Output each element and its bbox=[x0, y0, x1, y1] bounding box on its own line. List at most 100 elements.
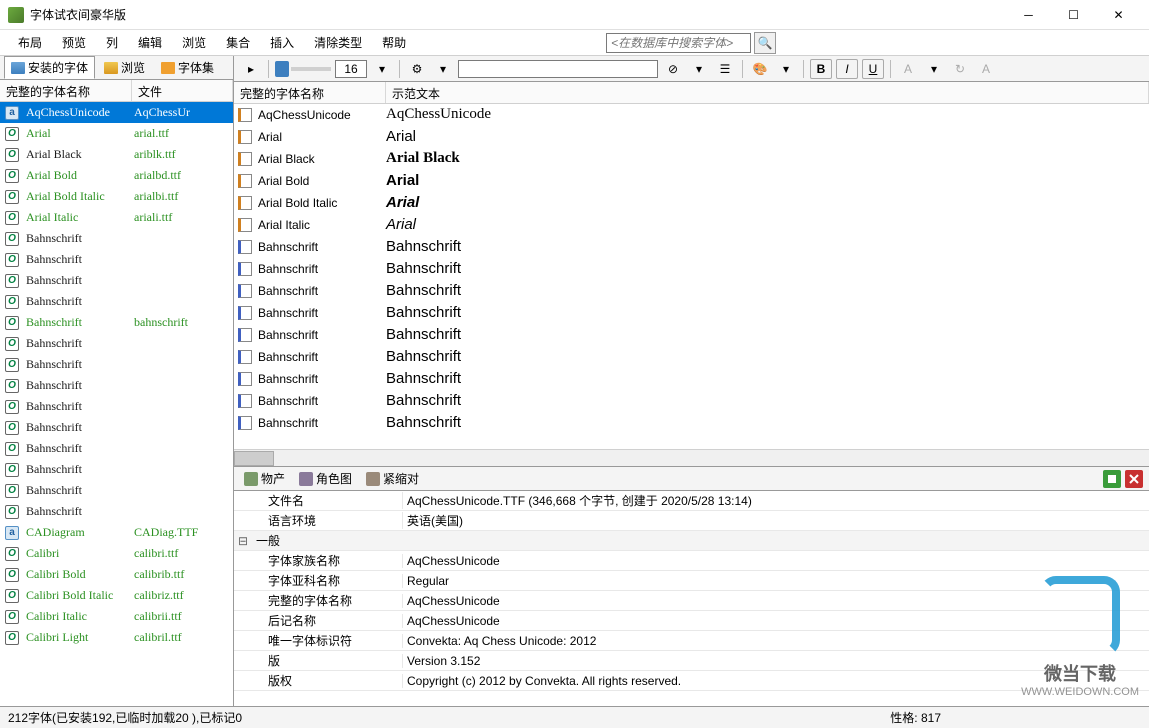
property-row[interactable]: 后记名称AqChessUnicode bbox=[234, 611, 1149, 631]
tab-installed[interactable]: 安装的字体 bbox=[4, 56, 95, 79]
export-button[interactable] bbox=[1103, 470, 1121, 488]
color-button[interactable]: A bbox=[897, 59, 919, 79]
checkbox[interactable] bbox=[238, 350, 252, 364]
size-dropdown[interactable]: ▾ bbox=[371, 59, 393, 79]
list-item[interactable]: OArial Boldarialbd.ttf bbox=[0, 165, 233, 186]
menu-columns[interactable]: 列 bbox=[96, 31, 128, 54]
property-row[interactable]: 文件名AqChessUnicode.TTF (346,668 个字节, 创建于 … bbox=[234, 491, 1149, 511]
checkbox[interactable] bbox=[238, 196, 252, 210]
checkbox[interactable] bbox=[238, 262, 252, 276]
checkbox[interactable] bbox=[238, 372, 252, 386]
menu-insert[interactable]: 插入 bbox=[260, 31, 304, 54]
preview-row[interactable]: AqChessUnicodeAqChessUnicode bbox=[234, 104, 1149, 126]
col-file[interactable]: 文件 bbox=[132, 80, 233, 101]
properties-grid[interactable]: 文件名AqChessUnicode.TTF (346,668 个字节, 创建于 … bbox=[234, 491, 1149, 706]
preview-row[interactable]: BahnschriftBahnschrift bbox=[234, 324, 1149, 346]
font-icon[interactable]: A bbox=[975, 59, 997, 79]
checkbox[interactable] bbox=[238, 218, 252, 232]
list-item[interactable]: OBahnschrift bbox=[0, 438, 233, 459]
horizontal-scrollbar[interactable] bbox=[234, 449, 1149, 466]
menu-layout[interactable]: 布局 bbox=[8, 31, 52, 54]
close-panel-button[interactable] bbox=[1125, 470, 1143, 488]
dropdown2[interactable]: ▾ bbox=[688, 59, 710, 79]
property-row[interactable]: 版权Copyright (c) 2012 by Convekta. All ri… bbox=[234, 671, 1149, 691]
checkbox[interactable] bbox=[238, 174, 252, 188]
list-item[interactable]: OBahnschrift bbox=[0, 291, 233, 312]
sample-text-input[interactable] bbox=[458, 60, 658, 78]
list-item[interactable]: OCalibricalibri.ttf bbox=[0, 543, 233, 564]
list-item[interactable]: aAqChessUnicodeAqChessUr bbox=[0, 102, 233, 123]
list-item[interactable]: aCADiagramCADiag.TTF bbox=[0, 522, 233, 543]
list-item[interactable]: OArial Bold Italicarialbi.ttf bbox=[0, 186, 233, 207]
col-preview-name[interactable]: 完整的字体名称 bbox=[234, 82, 386, 103]
list-item[interactable]: OBahnschrift bbox=[0, 501, 233, 522]
font-list[interactable]: aAqChessUnicodeAqChessUrOArialarial.ttfO… bbox=[0, 102, 233, 706]
clear-button[interactable]: ⊘ bbox=[662, 59, 684, 79]
preview-row[interactable]: BahnschriftBahnschrift bbox=[234, 236, 1149, 258]
list-item[interactable]: OArial Blackariblk.ttf bbox=[0, 144, 233, 165]
preview-row[interactable]: Arial Bold ItalicArial bbox=[234, 192, 1149, 214]
checkbox[interactable] bbox=[238, 416, 252, 430]
list-item[interactable]: OBahnschrift bbox=[0, 375, 233, 396]
list-item[interactable]: OBahnschrift bbox=[0, 480, 233, 501]
preview-row[interactable]: BahnschriftBahnschrift bbox=[234, 412, 1149, 434]
list-item[interactable]: OBahnschrift bbox=[0, 354, 233, 375]
checkbox[interactable] bbox=[238, 394, 252, 408]
search-input[interactable] bbox=[606, 33, 751, 53]
list-item[interactable]: OBahnschrift bbox=[0, 249, 233, 270]
preview-row[interactable]: BahnschriftBahnschrift bbox=[234, 302, 1149, 324]
tab-charmap[interactable]: 角色图 bbox=[295, 468, 356, 489]
list-item[interactable]: OBahnschrift bbox=[0, 417, 233, 438]
preview-row[interactable]: BahnschriftBahnschrift bbox=[234, 280, 1149, 302]
property-group[interactable]: ⊟一般 bbox=[234, 531, 1149, 551]
tab-kerning[interactable]: 紧缩对 bbox=[362, 468, 423, 489]
italic-button[interactable]: I bbox=[836, 59, 858, 79]
search-button[interactable]: 🔍 bbox=[754, 32, 776, 54]
minimize-button[interactable]: ─ bbox=[1006, 1, 1051, 29]
checkbox[interactable] bbox=[238, 328, 252, 342]
menu-preview[interactable]: 预览 bbox=[52, 31, 96, 54]
preview-row[interactable]: Arial BoldArial bbox=[234, 170, 1149, 192]
size-slider[interactable] bbox=[275, 61, 289, 77]
tab-properties[interactable]: 物产 bbox=[240, 468, 289, 489]
list-item[interactable]: OCalibri Boldcalibrib.ttf bbox=[0, 564, 233, 585]
menu-help[interactable]: 帮助 bbox=[372, 31, 416, 54]
list-item[interactable]: OBahnschrift bbox=[0, 459, 233, 480]
col-preview-sample[interactable]: 示范文本 bbox=[386, 82, 1149, 103]
property-row[interactable]: 字体家族名称AqChessUnicode bbox=[234, 551, 1149, 571]
nav-button[interactable]: ▸ bbox=[240, 59, 262, 79]
checkbox[interactable] bbox=[238, 130, 252, 144]
preview-row[interactable]: BahnschriftBahnschrift bbox=[234, 368, 1149, 390]
preview-row[interactable]: Arial ItalicArial bbox=[234, 214, 1149, 236]
property-row[interactable]: 语言环境英语(美国) bbox=[234, 511, 1149, 531]
preview-row[interactable]: ArialArial bbox=[234, 126, 1149, 148]
menu-cleartype[interactable]: 清除类型 bbox=[304, 31, 372, 54]
preview-row[interactable]: Arial BlackArial Black bbox=[234, 148, 1149, 170]
list-item[interactable]: OCalibri Bold Italiccalibriz.ttf bbox=[0, 585, 233, 606]
collapse-icon[interactable]: ⊟ bbox=[234, 534, 252, 548]
checkbox[interactable] bbox=[238, 152, 252, 166]
dropdown4[interactable]: ▾ bbox=[923, 59, 945, 79]
close-button[interactable]: ✕ bbox=[1096, 1, 1141, 29]
list-icon[interactable]: ☰ bbox=[714, 59, 736, 79]
property-row[interactable]: 版Version 3.152 bbox=[234, 651, 1149, 671]
dropdown-icon[interactable]: ▾ bbox=[432, 59, 454, 79]
col-name[interactable]: 完整的字体名称 bbox=[0, 80, 132, 101]
preview-row[interactable]: BahnschriftBahnschrift bbox=[234, 258, 1149, 280]
checkbox[interactable] bbox=[238, 284, 252, 298]
checkbox[interactable] bbox=[238, 306, 252, 320]
list-item[interactable]: OCalibri Italiccalibrii.ttf bbox=[0, 606, 233, 627]
list-item[interactable]: OBahnschrift bbox=[0, 333, 233, 354]
list-item[interactable]: OCalibri Lightcalibril.ttf bbox=[0, 627, 233, 648]
palette-icon[interactable]: 🎨 bbox=[749, 59, 771, 79]
property-row[interactable]: 完整的字体名称AqChessUnicode bbox=[234, 591, 1149, 611]
maximize-button[interactable]: ☐ bbox=[1051, 1, 1096, 29]
size-input[interactable] bbox=[335, 60, 367, 78]
list-item[interactable]: OBahnschrift bbox=[0, 396, 233, 417]
checkbox[interactable] bbox=[238, 108, 252, 122]
list-item[interactable]: OArial Italicariali.ttf bbox=[0, 207, 233, 228]
preview-row[interactable]: BahnschriftBahnschrift bbox=[234, 390, 1149, 412]
preview-list[interactable]: AqChessUnicodeAqChessUnicodeArialArialAr… bbox=[234, 104, 1149, 449]
tab-fontset[interactable]: 字体集 bbox=[154, 56, 221, 79]
menu-browse[interactable]: 浏览 bbox=[172, 31, 216, 54]
